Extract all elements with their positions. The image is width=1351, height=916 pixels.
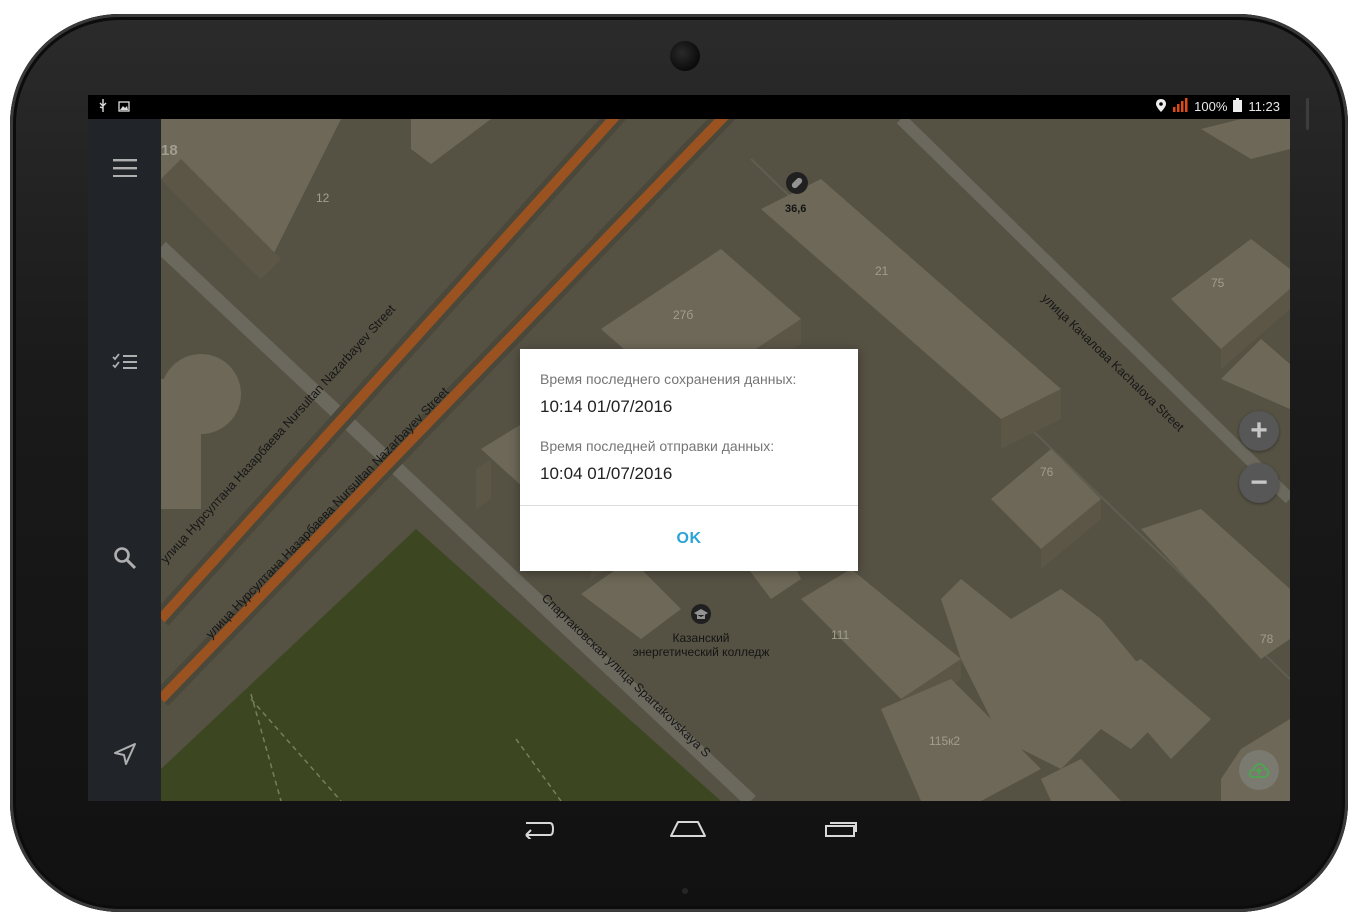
- building-number: 21: [875, 264, 889, 278]
- zoom-in-button[interactable]: +: [1239, 411, 1279, 451]
- plus-icon: +: [1250, 414, 1268, 447]
- building: [1171, 239, 1290, 349]
- battery-icon: [1233, 98, 1243, 115]
- building-number: 27б: [673, 308, 693, 322]
- checklist-icon: [112, 353, 137, 369]
- building-number: 12: [316, 191, 330, 205]
- search-button[interactable]: [104, 537, 146, 579]
- menu-button[interactable]: [104, 147, 146, 189]
- sync-info-dialog: Время последнего сохранения данных: 10:1…: [520, 349, 858, 571]
- side-button: [1306, 98, 1309, 130]
- usb-icon: [98, 99, 108, 115]
- poi-label-line2: энергетический колледж: [633, 645, 770, 659]
- street-label: улица Качалова Kachalova Street: [1039, 291, 1187, 435]
- navigate-button[interactable]: [104, 733, 146, 775]
- ok-button[interactable]: OK: [520, 506, 858, 571]
- status-bar: 100% 11:23: [88, 95, 1290, 119]
- system-nav-bar: [88, 801, 1290, 856]
- building-number: 76: [1040, 465, 1054, 479]
- building-number: 78: [1260, 632, 1274, 646]
- building: [411, 119, 491, 164]
- poi-label: 36,6: [785, 203, 806, 215]
- poi-label-line1: Казанский: [673, 631, 730, 645]
- last-save-label: Время последнего сохранения данных:: [540, 371, 797, 387]
- zoom-out-button[interactable]: −: [1239, 463, 1279, 503]
- building-number: 18: [161, 142, 178, 159]
- image-icon: [118, 100, 130, 115]
- clock: 11:23: [1248, 99, 1280, 114]
- screen: 100% 11:23 улица Нурсултана Назарбаева N…: [88, 95, 1290, 801]
- building-number: 115к2: [929, 734, 960, 748]
- building: [161, 379, 201, 509]
- microphone-dot: [682, 888, 688, 894]
- recents-icon: [825, 822, 857, 837]
- sidebar: [88, 119, 161, 801]
- cloud-sync-button[interactable]: [1239, 750, 1279, 790]
- building-number: 75: [1211, 276, 1225, 290]
- building: [1201, 119, 1290, 159]
- last-send-value: 10:04 01/07/2016: [540, 464, 673, 483]
- tasks-button[interactable]: [104, 341, 146, 383]
- navigation-arrow-icon: [114, 743, 136, 765]
- building: [1041, 759, 1121, 801]
- minus-icon: −: [1250, 466, 1268, 499]
- recents-button[interactable]: [811, 811, 871, 847]
- search-icon: [114, 547, 137, 570]
- hamburger-menu-icon: [113, 159, 137, 177]
- last-save-value: 10:14 01/07/2016: [540, 397, 673, 416]
- building: [991, 449, 1101, 549]
- home-button[interactable]: [658, 811, 718, 847]
- home-icon: [670, 821, 706, 837]
- battery-text: 100%: [1194, 99, 1228, 114]
- back-icon: [525, 822, 554, 839]
- signal-icon: [1172, 98, 1188, 115]
- camera-icon: [670, 41, 700, 71]
- back-button[interactable]: [507, 811, 567, 847]
- cloud-upload-icon: [1248, 763, 1270, 778]
- building-side: [476, 459, 491, 509]
- location-icon: [1156, 98, 1167, 115]
- last-send-label: Время последней отправки данных:: [540, 438, 775, 454]
- building-number: 111: [831, 628, 850, 642]
